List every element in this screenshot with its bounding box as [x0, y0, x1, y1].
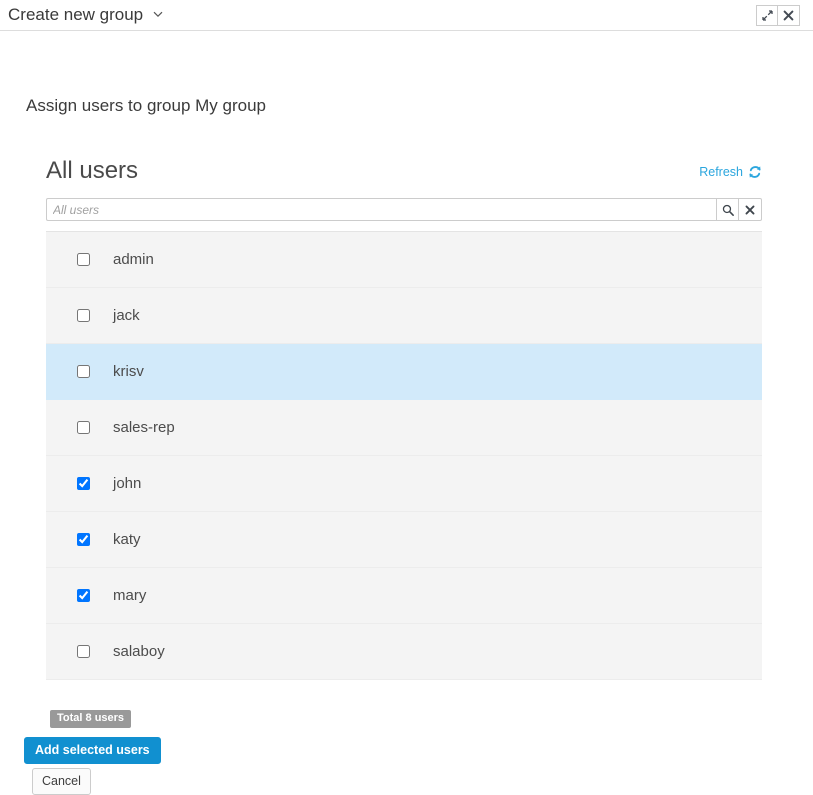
table-row[interactable]: admin: [46, 232, 762, 288]
search-icon: [722, 204, 734, 216]
window-controls: [756, 5, 800, 26]
user-name-label: admin: [113, 251, 154, 269]
all-users-panel: All users Refresh: [46, 156, 762, 680]
refresh-icon: [748, 165, 762, 179]
clear-search-button[interactable]: [739, 198, 762, 221]
table-row[interactable]: krisv: [46, 344, 762, 400]
add-selected-users-button[interactable]: Add selected users: [24, 737, 161, 764]
close-icon: [783, 10, 794, 21]
panel-header: All users Refresh: [46, 156, 762, 198]
search-bar: [46, 198, 762, 221]
user-name-label: salaboy: [113, 643, 165, 661]
user-checkbox[interactable]: [77, 253, 90, 266]
user-checkbox[interactable]: [77, 477, 90, 490]
table-row[interactable]: katy: [46, 512, 762, 568]
user-checkbox[interactable]: [77, 533, 90, 546]
window-title-dropdown[interactable]: Create new group: [8, 4, 163, 27]
user-name-label: jack: [113, 307, 140, 325]
refresh-link[interactable]: Refresh: [699, 165, 762, 179]
window-titlebar: Create new group: [0, 0, 813, 31]
table-row[interactable]: salaboy: [46, 624, 762, 680]
maximize-button[interactable]: [756, 5, 778, 26]
cancel-button[interactable]: Cancel: [32, 768, 91, 795]
close-button[interactable]: [778, 5, 800, 26]
user-checkbox[interactable]: [77, 365, 90, 378]
user-name-label: krisv: [113, 363, 144, 381]
total-users-badge: Total 8 users: [50, 710, 131, 728]
user-checkbox[interactable]: [77, 421, 90, 434]
window-title-text: Create new group: [8, 5, 143, 24]
expand-diagonal-icon: [762, 10, 773, 21]
chevron-down-icon: [153, 3, 163, 25]
search-button[interactable]: [716, 198, 739, 221]
panel-title: All users: [46, 156, 138, 186]
table-row[interactable]: jack: [46, 288, 762, 344]
user-list: admin jack krisv sales-rep john katy mary salab…: [46, 231, 762, 680]
user-checkbox[interactable]: [77, 645, 90, 658]
user-checkbox[interactable]: [77, 309, 90, 322]
user-checkbox[interactable]: [77, 589, 90, 602]
table-row[interactable]: mary: [46, 568, 762, 624]
search-input[interactable]: [46, 198, 716, 221]
close-icon: [745, 205, 755, 215]
user-name-label: sales-rep: [113, 419, 175, 437]
page-title: Assign users to group My group: [26, 96, 266, 116]
table-row[interactable]: john: [46, 456, 762, 512]
user-name-label: mary: [113, 587, 146, 605]
user-name-label: john: [113, 475, 141, 493]
refresh-label: Refresh: [699, 165, 743, 179]
table-row[interactable]: sales-rep: [46, 400, 762, 456]
user-name-label: katy: [113, 531, 141, 549]
